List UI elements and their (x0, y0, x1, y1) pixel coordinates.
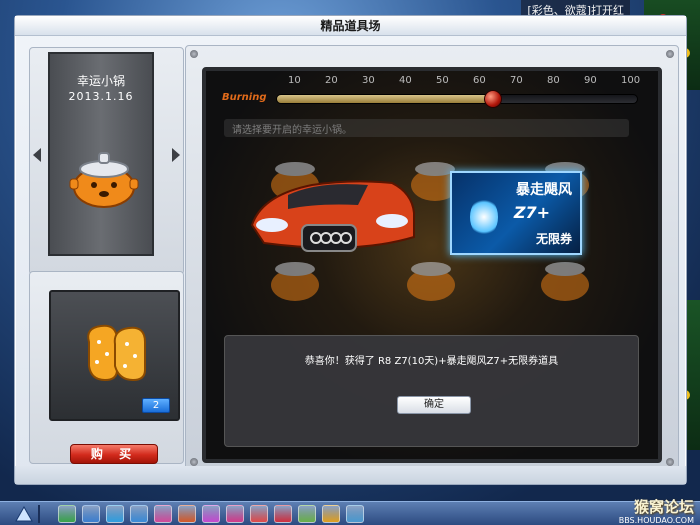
book-icon[interactable] (274, 505, 292, 523)
window-title: 精品道具场 (15, 16, 686, 36)
prize-stage-panel: Burning 10 20 30 40 50 60 70 80 90 100 请选择要开启的幸运小… (185, 45, 679, 471)
reward-message: 恭喜你！获得了 R8 Z7(10天)+暴走飓风Z7+无限券道具 (304, 356, 559, 367)
dots-icon[interactable] (298, 505, 316, 523)
gauge-tick: 30 (362, 75, 375, 86)
gauge-fill (277, 95, 493, 103)
rivet-icon (666, 50, 674, 58)
gauge-knob (484, 90, 502, 108)
pot-icon[interactable] (536, 247, 594, 305)
prize-ticket: 暴走飓风 Z7+ 无限券 (450, 171, 582, 255)
arrow-icon[interactable] (82, 505, 100, 523)
hint-text: 请选择要开启的幸运小锅。 (224, 119, 629, 137)
burning-label: Burning (222, 92, 267, 103)
taskbar-separator (38, 505, 40, 523)
gift-icon[interactable] (202, 505, 220, 523)
pet-icon[interactable] (178, 505, 196, 523)
chat-icon[interactable] (322, 505, 340, 523)
ticket-subtitle: 无限券 (535, 232, 572, 246)
home-icon[interactable] (58, 505, 76, 523)
gauge-tick: 10 (288, 75, 301, 86)
gauge-tick: 80 (547, 75, 560, 86)
gauge-tick: 40 (399, 75, 412, 86)
rivet-icon (190, 50, 198, 58)
prev-arrow-icon[interactable] (33, 148, 41, 162)
shop-window: 精品道具场 幸运小锅 2013.1.16 2 购 买 Burning 10 20… (14, 15, 687, 485)
item-panel: 2 购 买 (29, 271, 184, 464)
watermark-logo: 猴窝论坛 (633, 498, 694, 516)
pot-selector-panel: 幸运小锅 2013.1.16 (29, 47, 184, 275)
pot-date: 2013.1.16 (68, 90, 134, 103)
ticket-title: 暴走飓风 (516, 182, 572, 198)
gauge-tick: 90 (584, 75, 597, 86)
ticket-model: Z7+ (513, 203, 550, 222)
gauge-track (276, 90, 638, 108)
watermark-url: BBS.HOUDAO.COM (618, 516, 694, 525)
flame-icon (470, 197, 498, 237)
window-footer (15, 466, 686, 484)
reward-dialog: 恭喜你！获得了 R8 Z7(10天)+暴走飓风Z7+无限券道具 确定 (224, 335, 639, 447)
prize-screen: Burning 10 20 30 40 50 60 70 80 90 100 请选择要开启的幸运小… (202, 67, 662, 463)
ok-button[interactable]: 确定 (397, 396, 471, 414)
flower-icon[interactable] (226, 505, 244, 523)
start-icon[interactable] (14, 505, 34, 523)
gauge-ticks: 10 20 30 40 50 60 70 80 90 100 (288, 75, 658, 87)
gauge-tick: 60 (473, 75, 486, 86)
lucky-pot-icon[interactable] (68, 139, 140, 211)
taskbar: 猴窝论坛 BBS.HOUDAO.COM (0, 498, 700, 525)
buy-button[interactable]: 购 买 (70, 444, 158, 464)
gauge-tick: 50 (436, 75, 449, 86)
rivet-icon (190, 458, 198, 466)
burning-gauge: Burning 10 20 30 40 50 60 70 80 90 100 (222, 75, 642, 111)
gauge-tick: 20 (325, 75, 338, 86)
cart-icon[interactable] (106, 505, 124, 523)
heart-icon[interactable] (250, 505, 268, 523)
item-count-badge: 2 (142, 398, 170, 413)
sports-car-image (250, 180, 415, 252)
oven-mitts-icon (87, 324, 146, 382)
rivet-icon (666, 458, 674, 466)
pot-name: 幸运小锅 (76, 74, 125, 88)
item-preview: 2 (49, 290, 180, 421)
wrench-icon[interactable] (154, 505, 172, 523)
gauge-tick: 70 (510, 75, 523, 86)
mail-icon[interactable] (346, 505, 364, 523)
pot-card: 幸运小锅 2013.1.16 (48, 52, 154, 256)
gauge-tick: 100 (621, 75, 641, 86)
next-arrow-icon[interactable] (172, 148, 180, 162)
house-icon[interactable] (130, 505, 148, 523)
